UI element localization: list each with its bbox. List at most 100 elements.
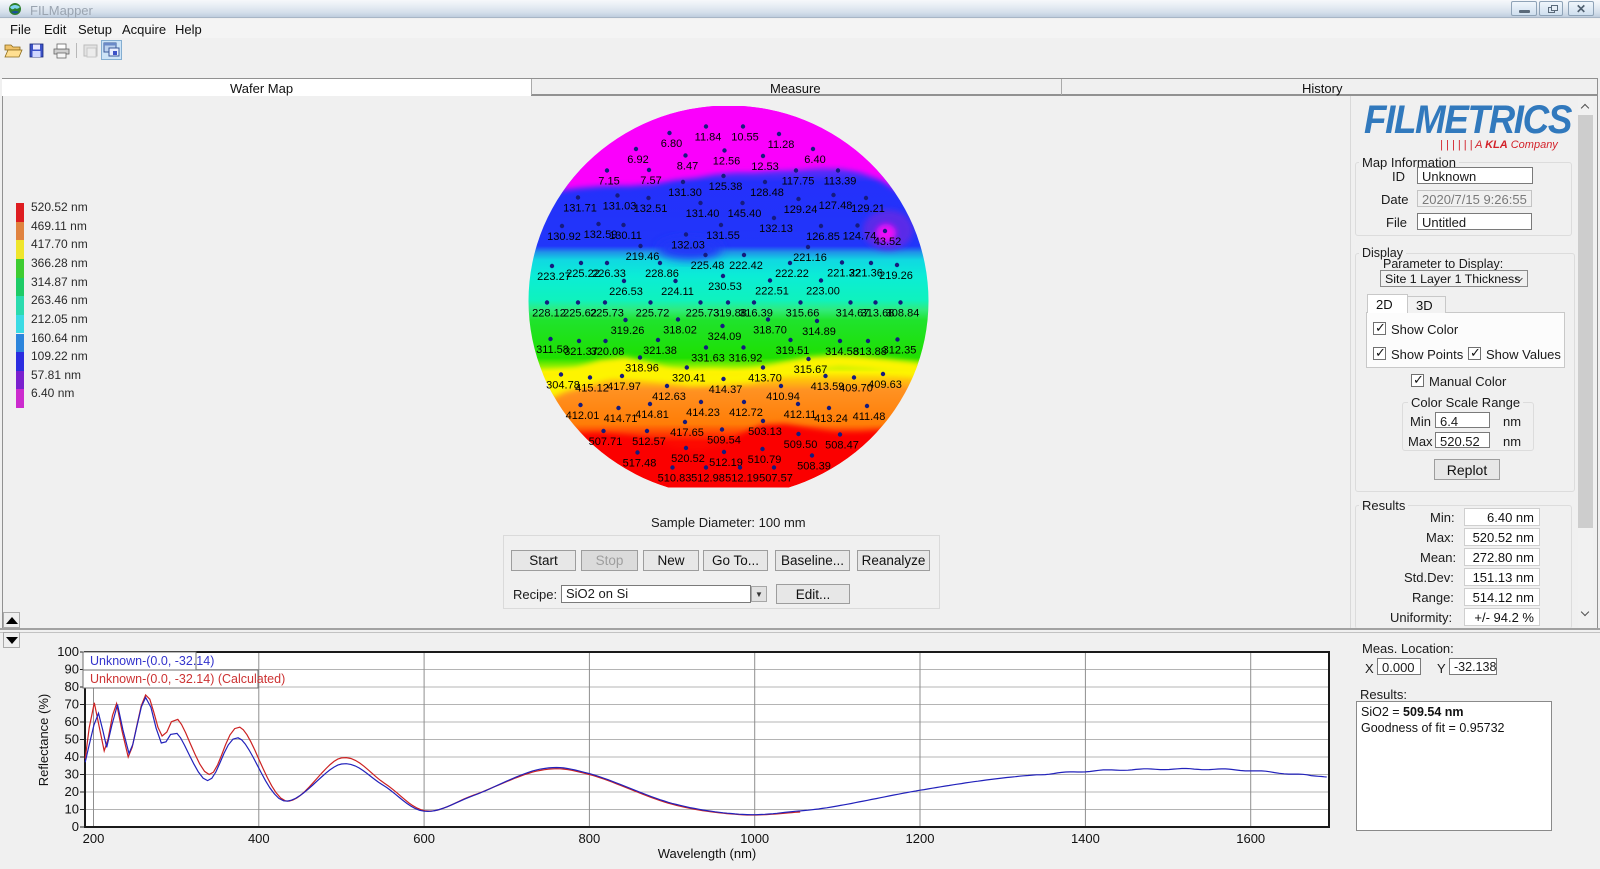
svg-text:129.24: 129.24	[784, 204, 818, 216]
svg-text:40: 40	[65, 749, 79, 764]
svg-text:10.55: 10.55	[731, 131, 759, 143]
svg-text:315.66: 315.66	[786, 307, 820, 319]
svg-text:70: 70	[65, 697, 79, 712]
svg-text:128.48: 128.48	[750, 187, 784, 199]
svg-text:412.01: 412.01	[566, 410, 600, 422]
svg-text:132.13: 132.13	[759, 223, 793, 235]
svg-text:222.51: 222.51	[755, 285, 789, 297]
svg-text:509.54: 509.54	[707, 434, 741, 446]
svg-text:225.73: 225.73	[590, 307, 624, 319]
svg-text:222.22: 222.22	[775, 268, 809, 280]
svg-text:318.70: 318.70	[753, 324, 787, 336]
svg-text:414.37: 414.37	[709, 384, 743, 396]
svg-text:410.94: 410.94	[766, 391, 800, 403]
svg-text:225.48: 225.48	[691, 260, 725, 272]
svg-text:224.11: 224.11	[661, 286, 694, 298]
svg-text:132.03: 132.03	[671, 239, 705, 251]
svg-text:417.97: 417.97	[607, 381, 641, 393]
svg-text:226.33: 226.33	[592, 268, 626, 280]
svg-text:512.19: 512.19	[709, 457, 743, 469]
svg-text:414.71: 414.71	[604, 413, 638, 425]
svg-text:413.24: 413.24	[814, 413, 848, 425]
svg-text:1200: 1200	[906, 831, 935, 846]
svg-text:43.52: 43.52	[874, 236, 902, 248]
svg-text:Unknown-(0.0, -32.14): Unknown-(0.0, -32.14)	[90, 654, 214, 668]
svg-text:316.92: 316.92	[729, 352, 763, 364]
svg-text:414.23: 414.23	[686, 407, 720, 419]
svg-text:226.53: 226.53	[609, 286, 643, 298]
svg-text:10: 10	[65, 802, 79, 817]
svg-text:222.42: 222.42	[729, 260, 763, 272]
svg-text:414.81: 414.81	[635, 409, 669, 421]
svg-text:145.40: 145.40	[728, 208, 762, 220]
svg-text:800: 800	[579, 831, 601, 846]
svg-text:131.30: 131.30	[668, 187, 702, 199]
svg-text:6.92: 6.92	[627, 154, 648, 166]
svg-text:0: 0	[72, 819, 79, 834]
svg-text:512.57: 512.57	[632, 436, 666, 448]
svg-text:131.71: 131.71	[563, 202, 597, 214]
svg-text:319.51: 319.51	[776, 345, 810, 357]
svg-text:308.84: 308.84	[886, 307, 920, 319]
svg-text:6.40: 6.40	[804, 154, 825, 166]
svg-text:319.26: 319.26	[611, 325, 645, 337]
svg-text:412.11: 412.11	[784, 409, 817, 421]
svg-text:130.92: 130.92	[547, 231, 581, 243]
svg-text:315.67: 315.67	[794, 364, 828, 376]
svg-text:6.80: 6.80	[661, 138, 682, 150]
svg-text:129.21: 129.21	[851, 203, 885, 215]
svg-text:507.57: 507.57	[759, 472, 793, 484]
svg-text:413.70: 413.70	[748, 372, 782, 384]
svg-text:131.40: 131.40	[686, 208, 720, 220]
svg-text:417.65: 417.65	[670, 427, 704, 439]
svg-text:1000: 1000	[740, 831, 769, 846]
svg-text:127.48: 127.48	[819, 200, 853, 212]
svg-text:411.48: 411.48	[853, 411, 886, 423]
svg-text:512.19: 512.19	[725, 472, 759, 484]
svg-text:1400: 1400	[1071, 831, 1100, 846]
svg-text:508.39: 508.39	[797, 460, 831, 472]
svg-text:124.74: 124.74	[843, 230, 877, 242]
svg-text:Unknown-(0.0, -32.14) (Calcula: Unknown-(0.0, -32.14) (Calculated)	[90, 672, 285, 686]
svg-text:520.52: 520.52	[671, 453, 705, 465]
svg-text:225.72: 225.72	[636, 307, 670, 319]
svg-text:11.28: 11.28	[768, 139, 795, 151]
svg-text:221.36: 221.36	[849, 267, 883, 279]
svg-text:125.38: 125.38	[709, 181, 743, 193]
svg-text:314.89: 314.89	[802, 326, 836, 338]
svg-text:228.86: 228.86	[645, 268, 679, 280]
svg-text:318.02: 318.02	[663, 324, 697, 336]
svg-text:8.47: 8.47	[677, 160, 698, 172]
svg-text:113.39: 113.39	[824, 175, 857, 187]
svg-text:219.26: 219.26	[879, 270, 913, 282]
svg-text:131.55: 131.55	[706, 230, 740, 242]
svg-text:Wavelength (nm): Wavelength (nm)	[658, 846, 757, 861]
svg-text:221.16: 221.16	[793, 252, 827, 264]
svg-text:30: 30	[65, 767, 79, 782]
svg-text:412.72: 412.72	[729, 407, 763, 419]
svg-text:600: 600	[413, 831, 435, 846]
svg-text:100: 100	[57, 644, 79, 659]
svg-text:80: 80	[65, 679, 79, 694]
svg-text:11.84: 11.84	[695, 131, 722, 143]
svg-text:324.09: 324.09	[708, 331, 742, 343]
svg-text:517.48: 517.48	[623, 457, 657, 469]
svg-text:507.71: 507.71	[589, 436, 623, 448]
svg-text:117.75: 117.75	[782, 175, 815, 187]
svg-text:200: 200	[83, 831, 105, 846]
svg-text:409.63: 409.63	[868, 379, 902, 391]
svg-text:510.79: 510.79	[748, 454, 782, 466]
svg-text:228.12: 228.12	[532, 307, 566, 319]
svg-text:60: 60	[65, 714, 79, 729]
svg-text:509.50: 509.50	[784, 439, 818, 451]
svg-text:320.08: 320.08	[591, 346, 625, 358]
svg-text:130.11: 130.11	[609, 230, 642, 242]
svg-text:7.15: 7.15	[598, 175, 619, 187]
svg-text:20: 20	[65, 784, 79, 799]
svg-text:230.53: 230.53	[708, 281, 742, 293]
svg-text:508.47: 508.47	[825, 439, 859, 451]
svg-text:512.98: 512.98	[691, 472, 725, 484]
svg-text:503.13: 503.13	[748, 426, 782, 438]
svg-text:223.00: 223.00	[806, 285, 840, 297]
svg-text:Reflectance (%): Reflectance (%)	[36, 694, 51, 786]
